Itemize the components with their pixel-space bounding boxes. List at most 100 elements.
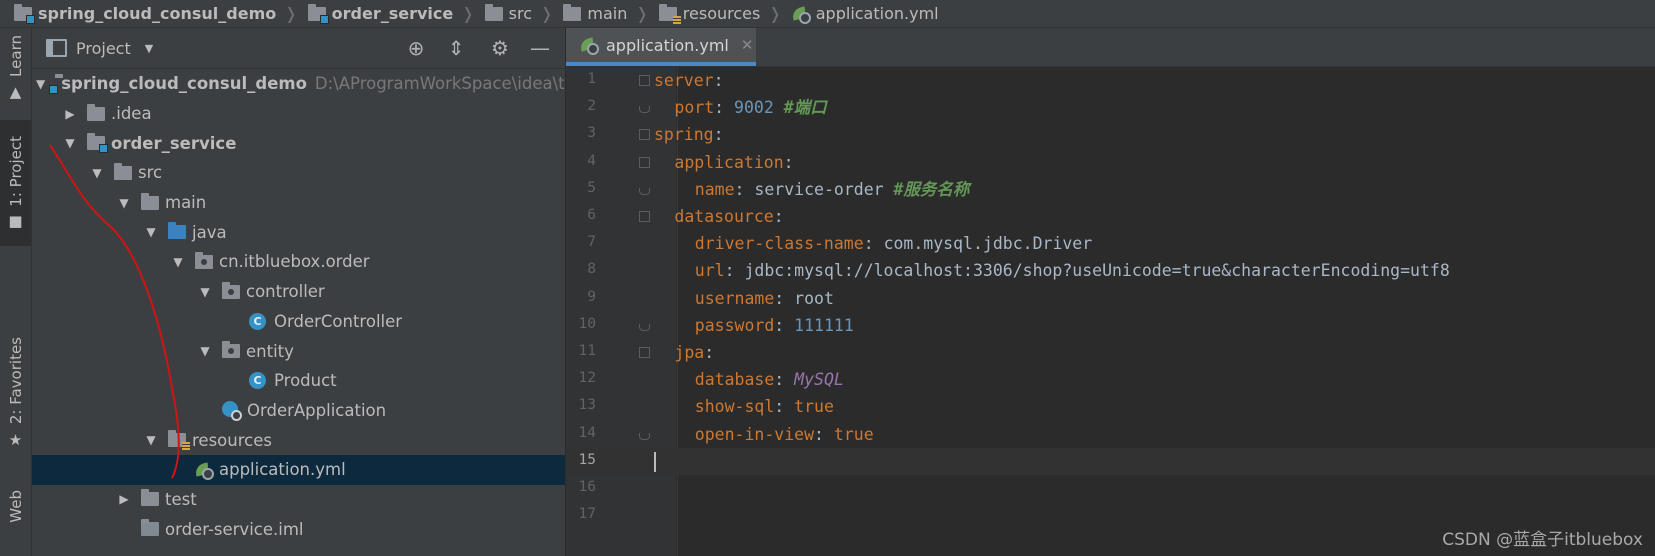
- folder-icon: [114, 162, 132, 180]
- tree-node[interactable]: ▼ main: [32, 188, 565, 218]
- tree-node-path: D:\AProgramWorkSpace\idea\test: [314, 74, 565, 94]
- tree-node-label: spring_cloud_consul_demo: [61, 74, 307, 94]
- chevron-down-icon[interactable]: ▼: [145, 42, 153, 55]
- line-number: 11: [578, 343, 596, 359]
- code-line: open-in-view: true: [695, 421, 874, 448]
- breadcrumb-label: order_service: [331, 4, 454, 23]
- code-line: database: MySQL: [695, 366, 844, 393]
- breadcrumb-item[interactable]: resources: [655, 3, 760, 24]
- tree-node-label: Product: [274, 371, 337, 391]
- chevron-down-icon[interactable]: ▼: [90, 166, 104, 180]
- yaml-key: jpa: [674, 343, 705, 362]
- web-tool-tab[interactable]: Web: [0, 476, 31, 536]
- minimize-icon[interactable]: —: [525, 33, 555, 63]
- yaml-value: 9002: [734, 98, 774, 118]
- colon: :: [773, 207, 784, 226]
- locate-target-icon[interactable]: ⊕: [401, 33, 431, 63]
- fold-marker-icon[interactable]: [639, 106, 650, 114]
- collapse-all-icon[interactable]: ⇕: [441, 33, 471, 63]
- tree-node[interactable]: ▼ src: [32, 158, 565, 188]
- project-folder-icon: [14, 3, 35, 24]
- line-number: 6: [587, 207, 596, 223]
- breadcrumb-item[interactable]: src: [481, 3, 532, 23]
- editor-tab-application-yml[interactable]: application.yml ✕: [566, 28, 756, 66]
- yaml-key: application: [674, 152, 784, 172]
- colon: :: [783, 152, 794, 172]
- code-area[interactable]: 1 2 3 4 5 6 7 8 9 10 11 12 13 14 15 16 17 server: port: 9…: [566, 67, 1655, 556]
- tree-node-label: entity: [246, 341, 294, 361]
- tree-node[interactable]: ▼ order_service: [32, 128, 565, 158]
- fold-marker-icon[interactable]: [639, 432, 650, 440]
- package-icon: [195, 251, 213, 269]
- fold-marker-icon[interactable]: [639, 347, 650, 358]
- chevron-right-icon[interactable]: ▶: [63, 107, 77, 121]
- tree-node[interactable]: C Product: [32, 366, 565, 396]
- chevron-down-icon[interactable]: ▼: [198, 285, 212, 299]
- resources-folder-icon: [168, 430, 190, 451]
- colon: :: [724, 261, 735, 281]
- chevron-down-icon[interactable]: ▼: [171, 255, 185, 269]
- colon: :: [713, 71, 724, 90]
- code-line: driver-class-name: com.mysql.jdbc.Driver: [695, 230, 1092, 257]
- tree-node[interactable]: application.yml: [32, 454, 565, 485]
- code-line: application:: [674, 149, 793, 176]
- breadcrumb-item[interactable]: application.yml: [788, 4, 939, 24]
- project-tool-window: Project ▼ ⊕ ⇕ ⚙ — ▼ spring_cloud_consul_d…: [32, 28, 565, 556]
- chevron-down-icon[interactable]: ▼: [144, 225, 158, 239]
- fold-marker-icon[interactable]: [639, 211, 650, 222]
- tree-node-label: cn.itbluebox.order: [219, 252, 370, 272]
- tree-node[interactable]: ▼ controller: [32, 277, 565, 307]
- gear-icon[interactable]: ⚙: [485, 33, 515, 63]
- tree-node[interactable]: C OrderController: [32, 307, 565, 337]
- fold-marker-icon[interactable]: [639, 323, 650, 331]
- tree-node[interactable]: ▶ .idea: [32, 99, 565, 129]
- line-number: 15: [578, 451, 596, 468]
- package-icon: [222, 281, 240, 299]
- tree-node[interactable]: ▼ java: [32, 217, 565, 247]
- tree-node[interactable]: ▼ entity: [32, 336, 565, 366]
- yaml-value: MySQL: [794, 370, 844, 390]
- chevron-right-icon[interactable]: ▶: [117, 492, 131, 506]
- breadcrumb-item[interactable]: spring_cloud_consul_demo: [0, 3, 276, 24]
- yaml-key: password: [694, 315, 775, 335]
- chevron-down-icon[interactable]: ▼: [63, 136, 77, 150]
- colon: :: [734, 179, 745, 199]
- tree-node[interactable]: ▼ resources: [32, 425, 565, 455]
- code-line: server:: [654, 67, 724, 94]
- class-icon: C: [249, 312, 266, 330]
- tree-node[interactable]: ▶ test: [32, 485, 565, 515]
- line-number: 17: [578, 506, 596, 523]
- close-icon[interactable]: ✕: [741, 36, 754, 54]
- package-icon: [222, 341, 240, 359]
- tree-node[interactable]: order-service.iml: [32, 514, 565, 544]
- project-view-selector[interactable]: Project: [76, 39, 131, 58]
- line-number: 14: [578, 424, 596, 441]
- yaml-comment: #端口: [783, 98, 827, 118]
- project-tree: ▼ spring_cloud_consul_demo D:\AProgramWork…: [32, 69, 565, 544]
- yaml-value: jdbc:mysql://localhost:3306/shop?useUnic…: [744, 261, 1450, 281]
- fold-marker-icon[interactable]: [639, 156, 650, 168]
- colon: :: [774, 315, 785, 335]
- tree-node[interactable]: ▼ spring_cloud_consul_demo D:\AProgramWork…: [32, 69, 565, 99]
- breadcrumb-item[interactable]: main: [559, 3, 627, 23]
- fold-marker-icon[interactable]: [639, 75, 650, 86]
- spring-boot-class-icon: [222, 400, 242, 421]
- breadcrumb-item[interactable]: order_service: [304, 3, 454, 24]
- chevron-down-icon[interactable]: ▼: [36, 77, 45, 91]
- yaml-key: open-in-view: [694, 424, 815, 444]
- chevron-down-icon[interactable]: ▼: [117, 196, 131, 210]
- code-line: username: root: [695, 285, 834, 312]
- favorites-tool-tab[interactable]: 2: Favorites ★: [0, 328, 31, 458]
- text-caret: [654, 451, 656, 472]
- tree-node[interactable]: OrderApplication: [32, 396, 565, 426]
- chevron-down-icon[interactable]: ▼: [144, 433, 158, 447]
- chevron-down-icon[interactable]: ▼: [198, 344, 212, 358]
- fold-marker-icon[interactable]: [639, 129, 650, 141]
- learn-tool-tab[interactable]: Learn ▲: [0, 28, 31, 108]
- tree-node-label: .idea: [111, 104, 152, 124]
- yml-file-icon: [790, 5, 811, 24]
- fold-marker-icon[interactable]: [639, 187, 650, 195]
- tree-node-label: src: [138, 163, 163, 183]
- tree-node[interactable]: ▼ cn.itbluebox.order: [32, 247, 565, 277]
- project-tool-tab[interactable]: 1: Project ■: [0, 120, 31, 246]
